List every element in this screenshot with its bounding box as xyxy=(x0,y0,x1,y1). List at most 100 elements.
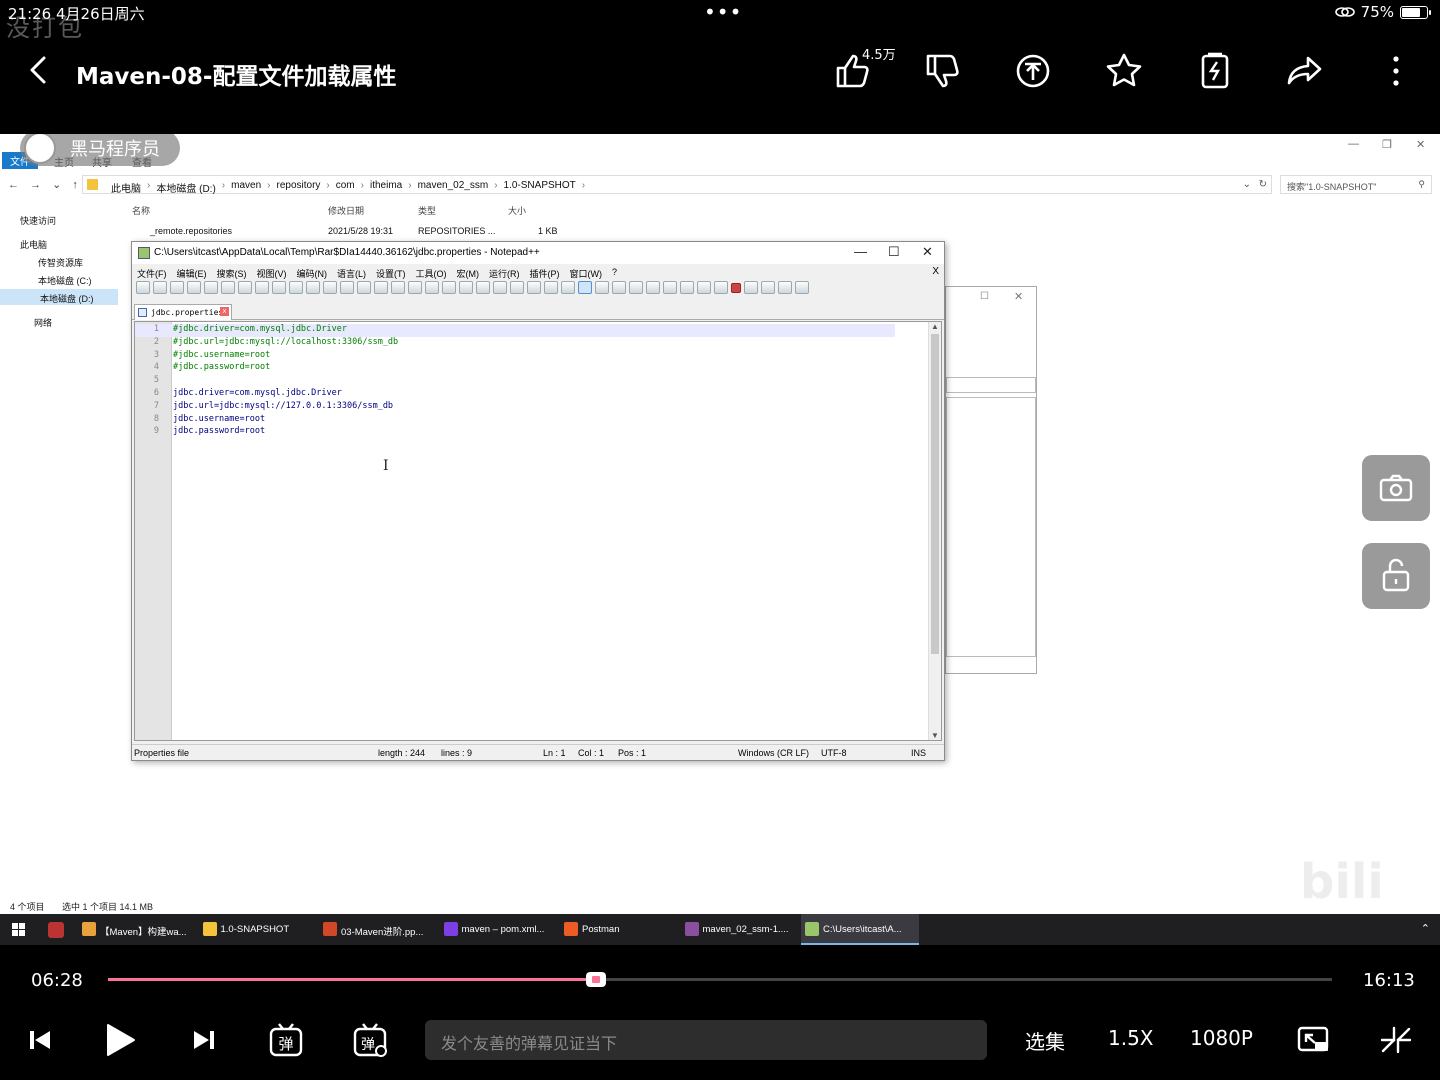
toolbar-button-icon[interactable] xyxy=(340,281,354,294)
toolbar-button-icon[interactable] xyxy=(761,281,775,294)
maximize-icon[interactable]: ☐ xyxy=(980,291,989,302)
toolbar-button-icon[interactable] xyxy=(221,281,235,294)
menu-item[interactable]: 搜索(S) xyxy=(217,267,247,280)
multitask-dots-icon[interactable]: ••• xyxy=(704,0,742,24)
scroll-down-icon[interactable]: ▼ xyxy=(931,731,939,740)
breadcrumb-item[interactable]: com xyxy=(336,180,355,195)
toolbar-button-icon[interactable] xyxy=(663,281,677,294)
toolbar-button-icon[interactable] xyxy=(476,281,490,294)
toolbar-button-icon[interactable] xyxy=(170,281,184,294)
taskbar-item[interactable]: 03-Maven进阶.pp... xyxy=(319,914,437,945)
close-icon[interactable]: ✕ xyxy=(1014,290,1023,303)
breadcrumb-item[interactable]: 此电脑 xyxy=(111,180,141,195)
share-icon[interactable] xyxy=(1284,50,1326,92)
progress-bar[interactable] xyxy=(108,978,1332,981)
menu-item[interactable]: 窗口(W) xyxy=(570,267,603,280)
toolbar-button-icon[interactable] xyxy=(425,281,439,294)
exit-fullscreen-icon[interactable] xyxy=(1378,1020,1414,1060)
close-icon[interactable]: ✕ xyxy=(1416,138,1425,151)
sidebar-item-disk-c[interactable]: 本地磁盘 (C:) xyxy=(38,274,92,287)
windows-start-icon[interactable] xyxy=(12,923,25,936)
quality-button[interactable]: 1080P xyxy=(1190,1026,1253,1050)
toolbar-button-icon[interactable] xyxy=(153,281,167,294)
toolbar-button-icon[interactable] xyxy=(289,281,303,294)
maximize-icon[interactable]: ☐ xyxy=(888,244,900,260)
toolbar-button-icon[interactable] xyxy=(697,281,711,294)
taskbar-item[interactable]: maven – pom.xml... xyxy=(440,914,558,945)
app-pin-icon[interactable] xyxy=(48,922,64,938)
toolbar-button-icon[interactable] xyxy=(646,281,660,294)
toolbar-button-icon[interactable] xyxy=(493,281,507,294)
back-icon[interactable] xyxy=(24,54,56,86)
toolbar-button-icon[interactable] xyxy=(744,281,758,294)
toolbar-button-icon[interactable] xyxy=(408,281,422,294)
scroll-thumb[interactable] xyxy=(931,334,939,654)
minimize-icon[interactable]: — xyxy=(854,244,867,259)
sidebar-item-quick-access[interactable]: 快速访问 xyxy=(20,214,56,227)
toolbar-button-icon[interactable] xyxy=(357,281,371,294)
episodes-button[interactable]: 选集 xyxy=(1025,1026,1065,1055)
column-size[interactable]: 大小 xyxy=(508,204,526,217)
code-line[interactable]: 6 jdbc.driver=com.mysql.jdbc.Driver xyxy=(135,388,895,401)
thumbs-down-icon[interactable] xyxy=(922,50,964,92)
menu-item[interactable]: 宏(M) xyxy=(457,267,480,280)
toolbar-button-icon[interactable] xyxy=(629,281,643,294)
toolbar-button-icon[interactable] xyxy=(136,281,150,294)
code-editor[interactable]: ▲ ▼ I 1 #jdbc.driver=com.mysql.jdbc.Drive… xyxy=(134,321,942,741)
menu-item[interactable]: 设置(T) xyxy=(376,267,406,280)
maximize-icon[interactable]: ❐ xyxy=(1382,138,1392,151)
cast-icon[interactable] xyxy=(1296,1020,1332,1060)
code-line[interactable]: 7 jdbc.url=jdbc:mysql://127.0.0.1:3306/ss… xyxy=(135,401,895,414)
breadcrumb-item[interactable]: 本地磁盘 (D:) xyxy=(156,180,215,195)
previous-icon[interactable] xyxy=(26,1020,54,1060)
sidebar-item-this-pc[interactable]: 此电脑 xyxy=(20,238,47,251)
lock-screen-button[interactable] xyxy=(1362,543,1430,609)
taskbar-item[interactable]: Postman xyxy=(560,914,678,945)
address-bar[interactable]: 此电脑 › 本地磁盘 (D:) › maven › repository › com › ithei… xyxy=(82,175,1272,195)
toolbar-button-icon[interactable] xyxy=(323,281,337,294)
toolbar-button-icon[interactable] xyxy=(714,281,728,294)
taskbar-item[interactable]: 【Maven】构建wa... xyxy=(78,914,196,945)
menu-item[interactable]: 工具(O) xyxy=(416,267,447,280)
menu-item[interactable]: 文件(F) xyxy=(137,267,167,280)
menu-item[interactable]: 运行(R) xyxy=(489,267,520,280)
scroll-up-icon[interactable]: ▲ xyxy=(931,322,939,331)
breadcrumb-item[interactable]: 1.0-SNAPSHOT xyxy=(504,180,576,195)
menu-item[interactable]: 视图(V) xyxy=(257,267,287,280)
charge-icon[interactable] xyxy=(1194,50,1236,92)
code-line[interactable]: 4 #jdbc.password=root xyxy=(135,362,895,375)
next-icon[interactable] xyxy=(190,1020,218,1060)
toolbar-button-icon[interactable] xyxy=(442,281,456,294)
column-type[interactable]: 类型 xyxy=(418,204,436,217)
toolbar-button-icon[interactable] xyxy=(731,283,741,293)
toolbar-button-icon[interactable] xyxy=(391,281,405,294)
toolbar-button-icon[interactable] xyxy=(374,281,388,294)
toolbar-button-icon[interactable] xyxy=(510,281,524,294)
sidebar-item-network[interactable]: 网络 xyxy=(34,316,52,329)
toolbar-button-icon[interactable] xyxy=(238,281,252,294)
chevron-down-icon[interactable]: ⌄ xyxy=(1243,179,1251,190)
toolbar-button-icon[interactable] xyxy=(255,281,269,294)
danmaku-settings-icon[interactable]: 弹 xyxy=(352,1020,390,1060)
chevron-up-icon[interactable]: ⌃ xyxy=(1421,922,1430,935)
code-line[interactable]: 3 #jdbc.username=root xyxy=(135,350,895,363)
breadcrumb-item[interactable]: repository xyxy=(277,180,321,195)
toolbar-button-icon[interactable] xyxy=(544,281,558,294)
close-tab-icon[interactable]: x xyxy=(220,307,229,316)
toolbar-button-icon[interactable] xyxy=(187,281,201,294)
vertical-scrollbar[interactable]: ▲ ▼ xyxy=(928,322,941,740)
code-line[interactable]: 9 jdbc.password=root xyxy=(135,426,895,439)
danmaku-input[interactable]: 发个友善的弹幕见证当下 xyxy=(425,1020,987,1060)
coin-icon[interactable] xyxy=(1012,50,1054,92)
close-icon[interactable]: ✕ xyxy=(922,244,933,260)
taskbar-item[interactable]: maven_02_ssm-1.... xyxy=(681,914,799,945)
close-document-button[interactable]: X xyxy=(932,266,939,277)
toolbar-button-icon[interactable] xyxy=(778,281,792,294)
toolbar-button-icon[interactable] xyxy=(795,281,809,294)
menu-item[interactable]: 语言(L) xyxy=(337,267,366,280)
breadcrumb-item[interactable]: itheima xyxy=(370,180,402,195)
nav-arrows-icon[interactable]: ← → ⌄ ↑ xyxy=(8,178,82,191)
code-line[interactable]: 2 #jdbc.url=jdbc:mysql://localhost:3306/s… xyxy=(135,337,895,350)
menu-item[interactable]: 编辑(E) xyxy=(177,267,207,280)
toolbar-button-icon[interactable] xyxy=(595,281,609,294)
